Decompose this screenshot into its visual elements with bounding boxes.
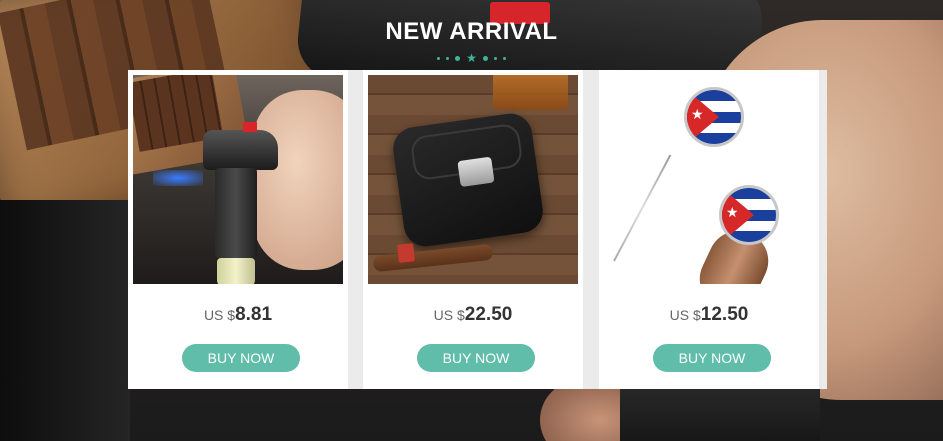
hand-shape [253, 90, 343, 270]
product-card[interactable]: US $8.81 BUY NOW [128, 70, 348, 389]
product-price: US $22.50 [363, 304, 583, 326]
product-card[interactable]: US $22.50 BUY NOW [363, 70, 583, 389]
cigar-shape [372, 243, 494, 273]
case-shape [390, 110, 546, 250]
price-currency: US $ [203, 307, 236, 323]
product-price: US $8.81 [128, 304, 348, 326]
ornament-dot [502, 56, 506, 60]
star-icon: ★ [466, 51, 477, 65]
lighter-tank [217, 258, 255, 284]
ornament-dot [437, 56, 441, 60]
lighter-head [203, 130, 278, 170]
cigar-band [397, 243, 415, 263]
torch-lighter-icon[interactable] [133, 75, 343, 284]
whiskey-glass-shape [493, 75, 568, 110]
product-panel: US $8.81 BUY NOW US $22.50 BUY NOW ★ ★ U… [128, 70, 827, 389]
leather-cigar-case-icon[interactable] [368, 75, 578, 284]
cuban-flag-cigar-pick-icon[interactable]: ★ ★ [604, 75, 814, 284]
ornament-dot [455, 55, 461, 61]
ornament-dot [493, 56, 497, 60]
section-title: NEW ARRIVAL [385, 18, 558, 45]
title-ornament: ★ [0, 52, 943, 64]
buy-now-button[interactable]: BUY NOW [182, 344, 300, 372]
cuban-flag-icon: ★ [684, 87, 744, 147]
buy-now-button[interactable]: BUY NOW [417, 344, 535, 372]
ornament-dot [446, 56, 450, 60]
lighter-shape [203, 122, 278, 284]
price-amount: 8.81 [235, 304, 273, 325]
buy-now-button[interactable]: BUY NOW [653, 344, 771, 372]
dark-corner [0, 200, 130, 441]
cutter-shape [457, 156, 495, 188]
price-amount: 22.50 [464, 304, 513, 325]
price-amount: 12.50 [700, 304, 749, 325]
cuban-flag-icon: ★ [719, 185, 779, 245]
price-currency: US $ [433, 307, 465, 323]
product-card[interactable]: ★ ★ US $12.50 BUY NOW [599, 70, 819, 389]
product-price: US $12.50 [599, 304, 819, 326]
banner-header: NEW ARRIVAL ★ [0, 18, 943, 64]
flame-shape [153, 170, 203, 186]
lighter-body [215, 168, 257, 258]
ornament-dot [482, 55, 488, 61]
lighter-trigger [243, 122, 257, 132]
pick-needle [613, 154, 672, 262]
price-currency: US $ [669, 307, 701, 323]
